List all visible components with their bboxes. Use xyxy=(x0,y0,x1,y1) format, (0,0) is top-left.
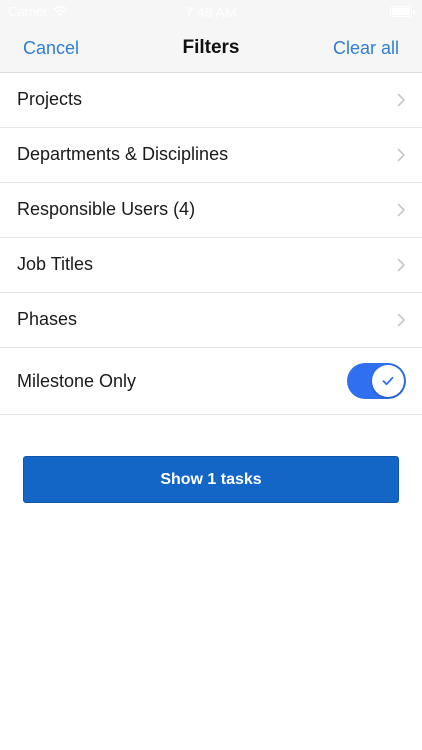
milestone-only-label: Milestone Only xyxy=(17,371,137,391)
filter-row-phases[interactable]: Phases xyxy=(0,293,422,348)
status-bar: Carrier 7:48 AM xyxy=(0,0,422,24)
filter-list: Projects Departments & Disciplines Respo… xyxy=(0,73,422,415)
filter-label: Projects xyxy=(17,89,83,109)
filter-row-responsible-users[interactable]: Responsible Users (4) xyxy=(0,183,422,238)
checkmark-icon xyxy=(382,376,394,386)
filter-label: Responsible Users (4) xyxy=(17,199,196,219)
filter-label: Departments & Disciplines xyxy=(17,144,229,164)
chevron-right-icon xyxy=(397,313,405,327)
battery-icon xyxy=(390,6,415,17)
milestone-only-toggle[interactable] xyxy=(347,363,406,399)
chevron-right-icon xyxy=(397,93,405,107)
chevron-right-icon xyxy=(397,203,405,217)
filter-label: Job Titles xyxy=(17,254,94,274)
navigation-bar: Cancel Filters Clear all xyxy=(0,24,422,73)
filter-label: Phases xyxy=(17,309,78,329)
filter-row-projects[interactable]: Projects xyxy=(0,73,422,128)
clear-all-button[interactable]: Clear all xyxy=(333,38,399,59)
milestone-only-row: Milestone Only xyxy=(0,348,422,415)
chevron-right-icon xyxy=(397,148,405,162)
show-tasks-button[interactable]: Show 1 tasks xyxy=(23,456,399,503)
toggle-knob xyxy=(372,365,404,397)
status-time: 7:48 AM xyxy=(185,4,237,20)
chevron-right-icon xyxy=(397,258,405,272)
filter-row-departments[interactable]: Departments & Disciplines xyxy=(0,128,422,183)
filter-row-job-titles[interactable]: Job Titles xyxy=(0,238,422,293)
